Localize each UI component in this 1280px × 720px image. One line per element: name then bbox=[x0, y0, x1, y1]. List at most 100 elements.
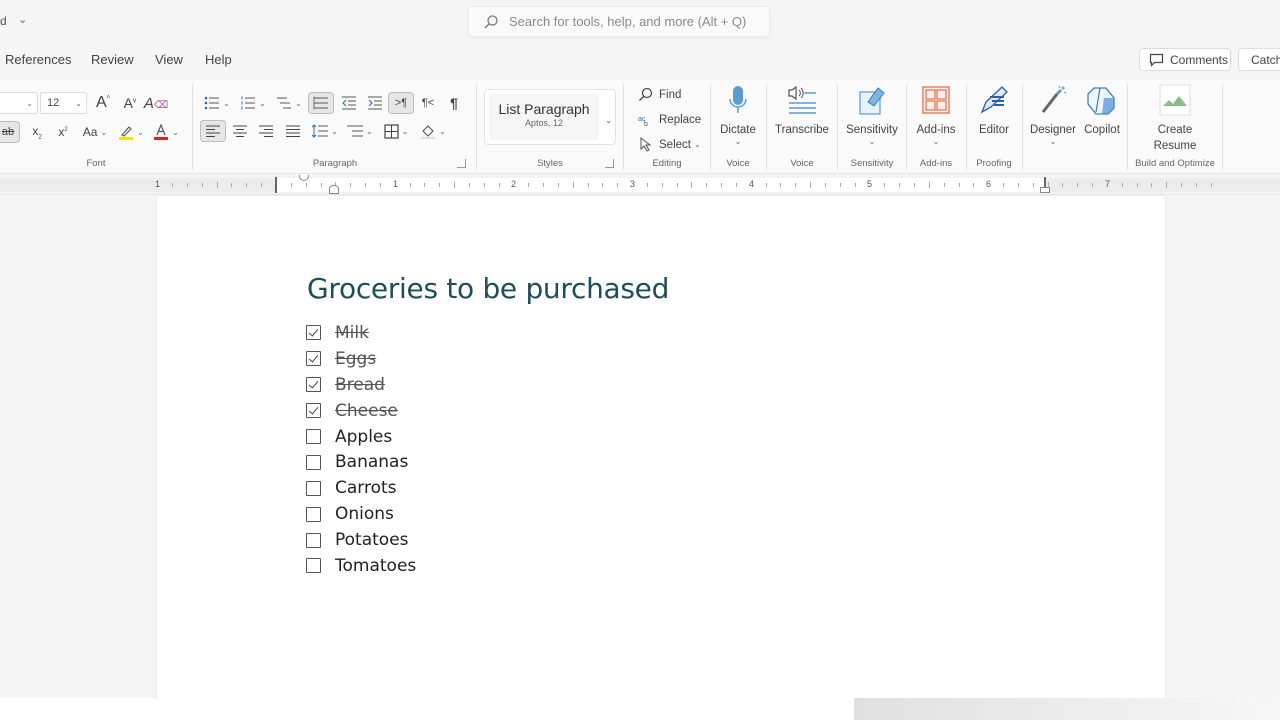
comments-button[interactable]: Comments bbox=[1139, 48, 1231, 71]
tab-references[interactable]: References bbox=[5, 52, 71, 67]
dictate-group: Dictate ⌄ Voice bbox=[711, 80, 765, 174]
copilot-button[interactable]: Copilot bbox=[1077, 84, 1127, 138]
strikethrough-button[interactable]: ab bbox=[0, 121, 20, 143]
checkbox[interactable] bbox=[306, 558, 321, 574]
addins-button[interactable]: Add-ins ⌄ bbox=[907, 84, 965, 146]
checkbox[interactable] bbox=[306, 532, 321, 548]
highlight-button[interactable]: ⌄ bbox=[116, 122, 146, 142]
document-name[interactable]: d bbox=[0, 14, 7, 28]
tab-help[interactable]: Help bbox=[205, 52, 232, 67]
shading-button[interactable]: ⌄ bbox=[418, 121, 448, 141]
font-group-label: Font bbox=[86, 158, 106, 169]
addins-group-label: Add-ins bbox=[919, 158, 953, 169]
find-button[interactable]: Find bbox=[638, 87, 681, 102]
checkbox[interactable] bbox=[306, 325, 321, 341]
transcribe-button[interactable]: Transcribe bbox=[767, 84, 837, 138]
title-bar: d ⌄ Search for tools, help, and more (Al… bbox=[0, 0, 1280, 44]
font-size-select[interactable]: 12 ⌄ bbox=[40, 92, 87, 114]
checklist-item-text[interactable]: Eggs bbox=[335, 349, 376, 369]
ruler-tick bbox=[780, 183, 781, 187]
checkbox[interactable] bbox=[306, 506, 321, 522]
copilot-label: Copilot bbox=[1084, 124, 1120, 136]
rtl-direction-button[interactable]: ¶< bbox=[418, 93, 438, 113]
align-right-button[interactable] bbox=[256, 121, 276, 141]
checklist-item-text[interactable]: Apples bbox=[335, 427, 392, 447]
multilevel-list-button[interactable]: ⌄ bbox=[274, 93, 304, 113]
shrink-font-button[interactable]: Av bbox=[120, 92, 140, 114]
ruler-tick bbox=[573, 182, 574, 188]
checkbox[interactable] bbox=[306, 429, 321, 444]
checklist-item-text[interactable]: Milk bbox=[335, 323, 369, 343]
right-to-left-icon: ¶< bbox=[421, 97, 435, 109]
checkbox[interactable] bbox=[306, 454, 321, 470]
sensitivity-group: Sensitivity ⌄ Sensitivity bbox=[838, 80, 906, 174]
ruler-tick bbox=[439, 183, 440, 187]
ruler-tick bbox=[840, 183, 841, 187]
ruler-tick bbox=[944, 183, 945, 187]
designer-button[interactable]: Designer ⌄ bbox=[1027, 84, 1079, 146]
microphone-icon bbox=[729, 86, 747, 113]
checkbox[interactable] bbox=[306, 403, 321, 419]
clear-formatting-button[interactable]: A⌫ bbox=[144, 92, 168, 114]
bullets-button[interactable]: ⌄ bbox=[202, 93, 232, 113]
paragraph-spacing-button[interactable]: ⌄ bbox=[345, 121, 375, 141]
right-indent-marker[interactable] bbox=[1040, 187, 1050, 193]
styles-dialog-launcher[interactable] bbox=[605, 159, 614, 168]
create-resume-button[interactable]: Create Resume bbox=[1128, 84, 1222, 154]
search-input[interactable]: Search for tools, help, and more (Alt + … bbox=[468, 6, 770, 37]
select-button[interactable]: Select ⌄ bbox=[638, 137, 701, 152]
checklist-format-button[interactable] bbox=[308, 92, 334, 114]
font-name-select[interactable]: ⌄ bbox=[0, 92, 38, 114]
ltr-direction-button[interactable]: >¶ bbox=[388, 92, 414, 114]
styles-more-icon[interactable]: ⌄ bbox=[605, 116, 612, 125]
checklist-item-text[interactable]: Bananas bbox=[335, 452, 408, 472]
paragraph-dialog-launcher[interactable] bbox=[457, 159, 466, 168]
decrease-indent-button[interactable] bbox=[339, 93, 359, 113]
borders-button[interactable]: ⌄ bbox=[381, 121, 411, 141]
document-heading[interactable]: Groceries to be purchased bbox=[307, 272, 669, 305]
ruler-tick bbox=[795, 183, 796, 187]
checklist-item-text[interactable]: Onions bbox=[335, 504, 394, 524]
grow-font-button[interactable]: A^ bbox=[93, 92, 113, 114]
replace-button[interactable]: ac b Replace bbox=[638, 112, 701, 128]
checklist-item-text[interactable]: Cheese bbox=[335, 401, 398, 421]
superscript-icon: x2 bbox=[58, 125, 68, 139]
show-marks-button[interactable]: ¶ bbox=[444, 93, 464, 113]
checkbox[interactable] bbox=[306, 351, 321, 367]
left-margin-marker[interactable] bbox=[275, 177, 277, 193]
ruler-tick bbox=[617, 183, 618, 187]
checklist-item-text[interactable]: Tomatoes bbox=[335, 556, 416, 576]
grocery-checklist: Milk Eggs Bread Cheese Apples Bananas Ca… bbox=[306, 320, 416, 579]
horizontal-ruler[interactable]: 1 1 2 3 4 5 6 7 bbox=[0, 175, 1280, 195]
superscript-button[interactable]: x2 bbox=[55, 122, 71, 142]
checkbox[interactable] bbox=[306, 480, 321, 496]
editor-button[interactable]: Editor bbox=[967, 84, 1021, 138]
align-center-button[interactable] bbox=[230, 121, 250, 141]
catch-up-button[interactable]: Catch up bbox=[1238, 48, 1280, 71]
checklist-item-text[interactable]: Potatoes bbox=[335, 530, 409, 550]
checklist-item-text[interactable]: Carrots bbox=[335, 478, 397, 498]
horizontal-scrollbar[interactable] bbox=[854, 698, 1280, 720]
designer-label: Designer bbox=[1029, 124, 1077, 136]
chevron-down-icon[interactable]: ⌄ bbox=[18, 13, 27, 26]
justify-button[interactable] bbox=[283, 121, 303, 141]
align-left-button[interactable] bbox=[200, 120, 226, 142]
numbering-button[interactable]: ⌄ bbox=[238, 93, 268, 113]
ruler-number: 2 bbox=[511, 179, 517, 189]
checklist-item-text[interactable]: Bread bbox=[335, 375, 385, 395]
decrease-indent-icon bbox=[342, 96, 356, 110]
subscript-button[interactable]: x2 bbox=[29, 122, 45, 142]
dictate-button[interactable]: Dictate ⌄ bbox=[711, 84, 765, 146]
font-color-button[interactable]: ⌄ bbox=[151, 122, 181, 142]
line-spacing-button[interactable]: ⌄ bbox=[310, 121, 340, 141]
increase-indent-button[interactable] bbox=[365, 93, 385, 113]
checkbox[interactable] bbox=[306, 377, 321, 393]
style-list-paragraph[interactable]: List Paragraph Aptos, 12 bbox=[489, 94, 599, 140]
hanging-indent-marker[interactable] bbox=[329, 185, 339, 194]
sensitivity-button[interactable]: Sensitivity ⌄ bbox=[838, 84, 906, 146]
tab-review[interactable]: Review bbox=[91, 52, 134, 67]
chevron-down-icon: ⌄ bbox=[868, 137, 876, 146]
tab-view[interactable]: View bbox=[155, 52, 183, 67]
change-case-button[interactable]: Aa ⌄ bbox=[80, 122, 110, 142]
ruler-tick bbox=[677, 183, 678, 187]
